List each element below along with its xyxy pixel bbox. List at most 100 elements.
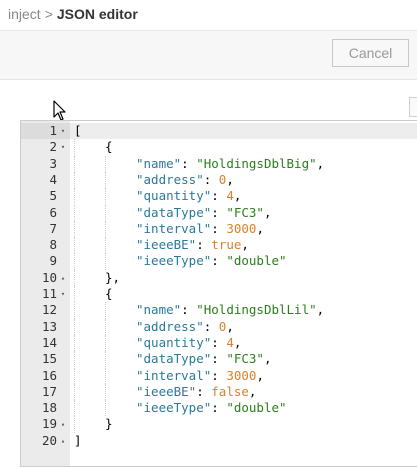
- token-num: 4: [226, 334, 234, 350]
- token-punc: ,: [233, 334, 242, 350]
- token-key: "ieeeBE": [136, 383, 197, 399]
- token-punc: ,: [226, 318, 234, 334]
- indent-guide: [74, 171, 75, 189]
- indent-guide: [105, 237, 106, 254]
- line-number: 15: [41, 351, 57, 367]
- line-number: 11 ▾: [41, 286, 67, 302]
- token-key: "ieeeType": [136, 253, 212, 269]
- token-key: "quantity": [136, 334, 212, 350]
- indent-guide: [105, 334, 106, 352]
- indent-guide: [105, 367, 106, 384]
- code-line[interactable]: 2 ▾ {: [21, 139, 417, 156]
- token-punc: {: [105, 139, 113, 155]
- indent-guide: [74, 318, 75, 335]
- code-line[interactable]: 16 "interval": 3000,: [21, 367, 417, 384]
- line-number: 18: [41, 400, 57, 416]
- line-number: 17: [41, 383, 57, 399]
- code-line[interactable]: 10 ▴},: [21, 269, 417, 286]
- token-punc: :: [211, 351, 227, 367]
- editor-expand-button[interactable]: [409, 97, 417, 117]
- token-punc: :: [211, 334, 227, 350]
- code-line[interactable]: 7 "interval": 3000,: [21, 220, 417, 238]
- code-line[interactable]: 5 "quantity": 4,: [21, 188, 417, 205]
- token-punc: :: [211, 253, 227, 269]
- token-punc: ,: [256, 367, 264, 383]
- line-number: 6: [49, 204, 57, 220]
- token-punc: ,: [226, 171, 234, 187]
- breadcrumb-parent[interactable]: inject: [8, 6, 41, 22]
- fold-end-icon[interactable]: ▴: [59, 433, 67, 449]
- token-punc: :: [211, 400, 227, 416]
- code-text: "ieeeType": "double": [70, 253, 417, 270]
- code-text: "interval": 3000,: [70, 220, 417, 238]
- token-punc: {: [105, 286, 113, 301]
- token-punc: :: [203, 171, 219, 187]
- indent-guide: [105, 302, 106, 319]
- indent-guide: [105, 188, 106, 205]
- token-punc: :: [181, 155, 197, 171]
- page-title: JSON editor: [56, 6, 138, 22]
- code-line[interactable]: 12 "name": "HoldingsDblLil",: [21, 302, 417, 319]
- line-number: 14: [41, 334, 57, 350]
- indent-guide: [105, 383, 106, 401]
- line-number: 16: [41, 367, 57, 383]
- indent-guide: [74, 139, 75, 156]
- mouse-cursor-icon: [53, 100, 66, 121]
- code-text: "name": "HoldingsDblLil",: [70, 302, 417, 319]
- breadcrumb: inject > JSON editor: [8, 6, 138, 24]
- token-punc: ,: [263, 204, 272, 220]
- cancel-button[interactable]: Cancel: [332, 39, 409, 67]
- token-str: "FC3": [226, 204, 264, 220]
- code-text: "dataType": "FC3",: [70, 204, 417, 221]
- line-number: 13: [41, 318, 57, 334]
- token-punc: :: [203, 318, 219, 334]
- code-line[interactable]: 9 "ieeeType": "double": [21, 253, 417, 270]
- token-key: "address": [136, 171, 204, 187]
- indent-guide: [105, 155, 106, 172]
- code-line[interactable]: 17 "ieeeBE": false,: [21, 383, 417, 401]
- indent-guide: [105, 351, 106, 368]
- code-line[interactable]: 15 "dataType": "FC3",: [21, 351, 417, 368]
- code-line[interactable]: 18 "ieeeType": "double": [21, 400, 417, 417]
- line-number: 8: [49, 237, 57, 253]
- line-number: 3: [49, 155, 57, 171]
- code-line[interactable]: 1 ▾ [: [21, 123, 417, 140]
- code-line[interactable]: 6 "dataType": "FC3",: [21, 204, 417, 221]
- indent-guide: [105, 204, 106, 221]
- code-text: ]: [70, 433, 417, 449]
- code-text: }: [70, 416, 417, 433]
- code-line[interactable]: 3 "name": "HoldingsDblBig",: [21, 155, 417, 172]
- fold-end-icon[interactable]: ▴: [59, 270, 67, 286]
- code-line[interactable]: 19 ▴}: [21, 416, 417, 433]
- fold-collapse-icon[interactable]: ▾: [59, 286, 67, 302]
- indent-guide: [105, 253, 106, 270]
- token-punc: },: [105, 269, 121, 285]
- code-line[interactable]: 11 ▾ {: [21, 286, 417, 303]
- token-str: "double": [226, 253, 287, 269]
- code-text: {: [70, 139, 417, 156]
- token-num: 3000: [226, 220, 257, 236]
- fold-end-icon[interactable]: ▴: [59, 416, 67, 432]
- line-number: 20 ▴: [41, 432, 67, 449]
- fold-collapse-icon[interactable]: ▾: [59, 123, 67, 139]
- line-number: 19 ▴: [41, 416, 67, 432]
- line-number: 10 ▴: [41, 269, 67, 286]
- code-text: {: [70, 286, 417, 303]
- code-line[interactable]: 8 "ieeeBE": true,: [21, 237, 417, 254]
- code-line[interactable]: 13 "address": 0,: [21, 318, 417, 335]
- token-punc: :: [196, 237, 212, 253]
- token-key: "interval": [136, 367, 212, 383]
- token-key: "ieeeType": [136, 400, 212, 416]
- code-text: "ieeeBE": false,: [70, 383, 417, 401]
- token-str: "HoldingsDblLil": [196, 302, 317, 318]
- json-code-editor[interactable]: 1 ▾[2 ▾{3 "name": "HoldingsDblBig", 4 "addres…: [20, 120, 417, 467]
- fold-collapse-icon[interactable]: ▾: [59, 139, 67, 155]
- code-line[interactable]: 4 "address": 0,: [21, 171, 417, 189]
- code-text: "quantity": 4,: [70, 188, 417, 205]
- indent-guide: [74, 302, 75, 319]
- indent-guide: [74, 400, 75, 417]
- code-line[interactable]: 20 ▴]: [21, 433, 417, 449]
- token-punc: :: [211, 367, 227, 383]
- code-line[interactable]: 14 "quantity": 4,: [21, 334, 417, 352]
- indent-guide: [105, 171, 106, 189]
